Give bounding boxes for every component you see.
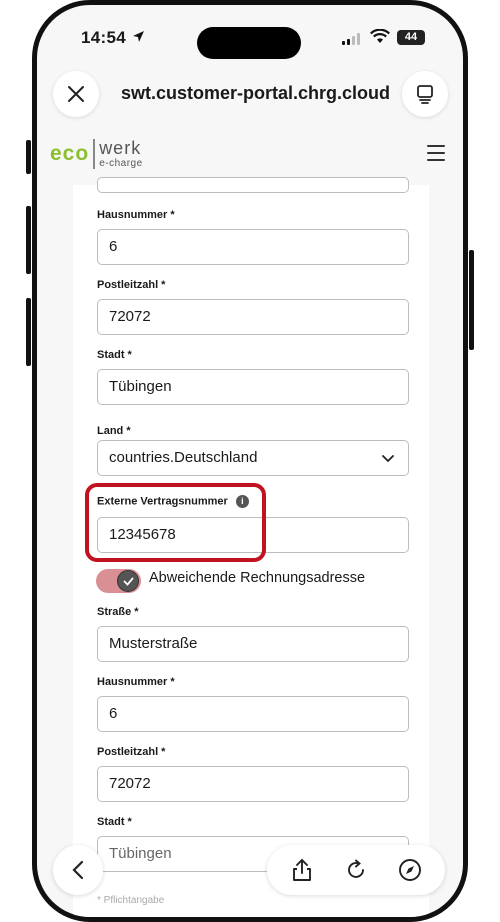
city-label: Stadt * [97, 349, 132, 361]
browser-url-bar: swt.customer-portal.chrg.cloud [37, 67, 463, 121]
city-input[interactable]: Tübingen [97, 369, 409, 405]
country-select[interactable]: countries.Deutschland [97, 440, 409, 476]
country-select-value: countries.Deutschland [109, 449, 258, 466]
menu-icon[interactable] [427, 145, 445, 166]
billing-house-number-input[interactable]: 6 [97, 696, 409, 732]
volume-down-button [26, 298, 31, 366]
site-header: eco werk e-charge [37, 123, 463, 185]
location-arrow-icon [132, 30, 145, 46]
billing-postal-code-label: Postleitzahl * [97, 746, 166, 758]
chevron-left-icon [72, 860, 84, 880]
logo-divider [93, 139, 96, 169]
compass-button[interactable] [395, 855, 425, 885]
status-bar: 14:54 44 [37, 5, 463, 65]
cellular-signal-icon [342, 33, 360, 45]
status-time: 14:54 [81, 28, 126, 47]
postal-code-label: Postleitzahl * [97, 279, 166, 291]
browser-actions [267, 845, 445, 895]
reload-button[interactable] [341, 855, 371, 885]
street-input-partial[interactable] [97, 177, 409, 193]
action-button [26, 140, 31, 174]
billing-address-toggle-label: Abweichende Rechnungsadresse [149, 570, 366, 586]
house-number-label: Hausnummer * [97, 209, 175, 221]
billing-address-toggle[interactable] [96, 569, 141, 593]
share-icon [293, 858, 311, 881]
browser-bottom-toolbar [53, 843, 449, 899]
chevron-down-icon [382, 455, 394, 463]
power-button [469, 250, 474, 350]
country-label: Land * [97, 425, 131, 437]
logo-sub-text: e-charge [99, 158, 143, 169]
volume-up-button [26, 206, 31, 274]
tabs-icon [417, 85, 433, 104]
check-icon [123, 577, 133, 586]
logo-werk-text: werk [99, 138, 142, 158]
logo-eco-text: eco [50, 142, 90, 165]
battery-icon: 44 [397, 30, 425, 45]
billing-city-label: Stadt * [97, 816, 132, 828]
back-button[interactable] [53, 845, 103, 895]
close-icon [68, 86, 84, 102]
toggle-knob [117, 570, 139, 592]
house-number-input[interactable]: 6 [97, 229, 409, 265]
share-button[interactable] [287, 855, 317, 885]
reload-icon [348, 859, 364, 878]
ecowerk-logo[interactable]: eco werk e-charge [50, 139, 143, 169]
url-text[interactable]: swt.customer-portal.chrg.cloud [121, 83, 390, 104]
billing-house-number-label: Hausnummer * [97, 676, 175, 688]
dynamic-island [197, 27, 301, 59]
billing-postal-code-input[interactable]: 72072 [97, 766, 409, 802]
postal-code-input[interactable]: 72072 [97, 299, 409, 335]
battery-level: 44 [404, 31, 418, 43]
compass-icon [399, 859, 421, 881]
phone-frame: 14:54 44 swt.customer-portal.chrg.cloud … [32, 0, 468, 922]
close-button[interactable] [53, 71, 99, 117]
highlight-annotation [85, 483, 266, 562]
billing-street-input[interactable]: Musterstraße [97, 626, 409, 662]
wifi-icon [370, 28, 390, 49]
billing-street-label: Straße * [97, 606, 139, 618]
tabs-button[interactable] [402, 71, 448, 117]
